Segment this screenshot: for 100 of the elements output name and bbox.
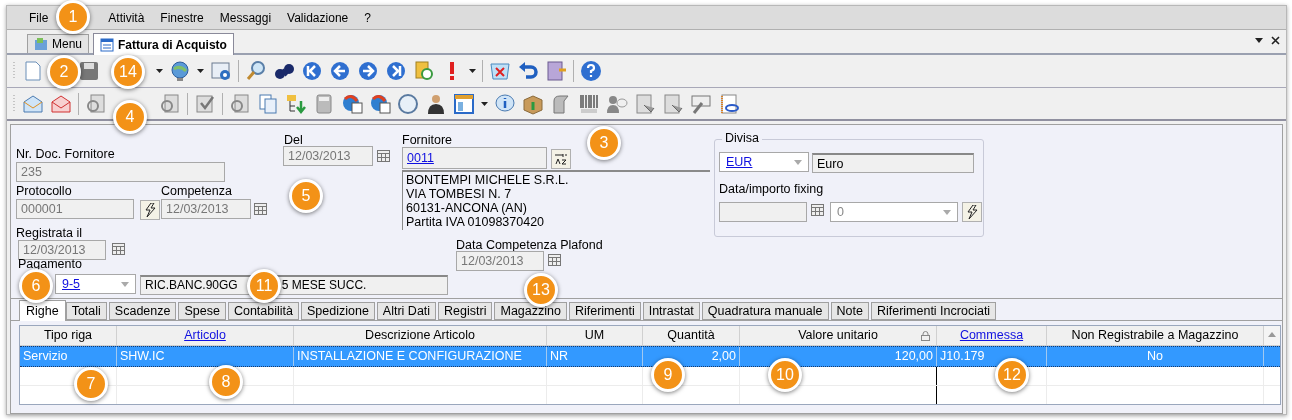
calendar-icon[interactable] [112, 243, 125, 255]
field-label: Del [284, 133, 303, 147]
document-search-icon[interactable] [159, 92, 181, 115]
scroll-up-icon[interactable] [1268, 332, 1276, 337]
barcode-icon[interactable] [578, 92, 600, 115]
column-header[interactable]: Commessa [937, 326, 1047, 345]
dropdown-caret-icon[interactable] [156, 69, 163, 73]
menu-item[interactable]: ? [356, 8, 379, 27]
dropdown-caret-icon[interactable] [197, 69, 204, 73]
tab[interactable]: Note [830, 302, 869, 320]
caret-icon [121, 281, 129, 287]
column-header[interactable]: UM [547, 326, 643, 345]
tab[interactable]: Righe [19, 300, 66, 321]
menu-item[interactable]: Finestre [152, 8, 212, 27]
globe-calendar-icon[interactable] [369, 92, 391, 115]
column-header[interactable]: Tipo riga [20, 326, 117, 345]
dropdown-caret-icon[interactable] [1255, 38, 1263, 43]
caret-icon [794, 159, 802, 165]
calendar-icon[interactable] [377, 150, 390, 162]
menu-item[interactable]: Validazione [279, 8, 357, 27]
tab[interactable]: Scadenze [108, 302, 177, 320]
tab[interactable]: Quadratura manuale [701, 302, 829, 320]
checklist-icon[interactable] [194, 92, 216, 115]
table-cell: No [1047, 347, 1264, 366]
tab[interactable]: Magazzino [494, 302, 567, 320]
lookup-button[interactable] [551, 149, 571, 169]
column-header[interactable]: Descrizione Articolo [294, 326, 547, 345]
column-header[interactable]: Articolo [117, 326, 294, 345]
form-window-icon [100, 37, 115, 52]
caret-icon [943, 209, 951, 215]
dropdown-caret-icon[interactable] [469, 69, 476, 73]
key-sort-icon [554, 152, 568, 166]
close-icon[interactable] [1271, 36, 1280, 45]
input-field[interactable]: 12/03/2013 [18, 240, 106, 260]
generate-button[interactable] [962, 202, 982, 222]
globe-calendar-icon[interactable] [341, 92, 363, 115]
lightning-icon [966, 205, 978, 219]
calculator-icon[interactable] [313, 92, 335, 115]
copy-documents-icon[interactable] [257, 92, 279, 115]
menu-item[interactable]: Attività [100, 8, 153, 27]
menu-app-icon [34, 37, 48, 51]
menu-item[interactable]: File [21, 8, 57, 27]
input-field[interactable]: 235 [16, 162, 225, 182]
document-pen-icon[interactable] [662, 92, 684, 115]
table-cell: NR [547, 347, 643, 366]
delete-icon[interactable] [489, 60, 511, 82]
dropdown[interactable]: 9-5 [55, 274, 136, 294]
calendar-icon[interactable] [811, 204, 824, 216]
field-label: Pagamento [18, 257, 82, 271]
tree-arrow-icon[interactable] [285, 92, 307, 115]
help-icon[interactable] [580, 60, 602, 82]
dropdown-caret-icon[interactable] [481, 101, 488, 106]
dropdown[interactable]: EUR [719, 152, 809, 172]
column-header[interactable]: Valore unitario [740, 326, 937, 345]
input-field[interactable] [719, 202, 807, 222]
input-field[interactable]: 0011 [402, 147, 547, 169]
callout-badge: 1 [56, 0, 90, 34]
layout-window-icon[interactable] [453, 92, 475, 115]
tab[interactable]: Totali [65, 302, 107, 320]
column-header[interactable]: Quantità [643, 326, 740, 345]
input-field[interactable]: 12/03/2013 [283, 146, 373, 166]
document-refresh-icon[interactable] [413, 60, 435, 82]
table-cell: Servizio [20, 347, 117, 366]
undo-icon[interactable] [517, 60, 539, 82]
tab[interactable]: Altri Dati [376, 302, 437, 320]
notebook-link-icon[interactable] [718, 92, 740, 115]
search-icon[interactable] [245, 60, 267, 82]
tab[interactable]: Spedizione [301, 302, 375, 320]
tab[interactable]: Intrastat [642, 302, 700, 320]
door-icon[interactable] [545, 60, 567, 82]
field-label: Data Competenza Plafond [456, 238, 603, 252]
address-text: BONTEMPI MICHELE S.R.L. VIA TOMBESI N. 7 60131-ANCONA (AN) Partita IVA 01098370420 [402, 170, 710, 230]
field-label: Data/importo fixing [719, 182, 824, 196]
text-replace-icon[interactable] [690, 92, 712, 115]
document-pen-icon[interactable] [634, 92, 656, 115]
tab[interactable]: Spese [178, 302, 226, 320]
dropdown[interactable]: 0 [830, 202, 958, 222]
document-tab[interactable]: Menu [27, 34, 90, 53]
table-cell: INSTALLAZIONE E CONFIGURAZIONE [294, 347, 547, 366]
info-icon[interactable] [494, 92, 516, 115]
lightning-icon [144, 203, 156, 217]
menu-item[interactable]: Messaggi [211, 8, 280, 27]
person-icon[interactable] [425, 92, 447, 115]
tab[interactable]: Registri [438, 302, 493, 320]
tab[interactable]: Riferimenti [568, 302, 641, 320]
globe-icon[interactable] [169, 60, 191, 82]
calendar-icon[interactable] [548, 254, 561, 266]
tab[interactable]: Riferimenti Incrociati [870, 302, 997, 320]
document-search-icon[interactable] [85, 92, 107, 115]
input-field[interactable]: 000001 [16, 199, 134, 219]
tab[interactable]: Contabilità [227, 302, 299, 320]
input-field[interactable]: 12/03/2013 [456, 251, 544, 271]
input-field[interactable]: 12/03/2013 [161, 199, 251, 219]
field-label: Nr. Doc. Fornitore [16, 147, 115, 161]
calendar-icon[interactable] [254, 203, 267, 215]
document-search-icon[interactable] [229, 92, 251, 115]
lock-icon [921, 331, 930, 341]
document-tab[interactable]: Fattura di Acquisto [93, 33, 234, 55]
generate-button[interactable] [140, 200, 160, 220]
input-field[interactable]: Euro [812, 153, 974, 173]
